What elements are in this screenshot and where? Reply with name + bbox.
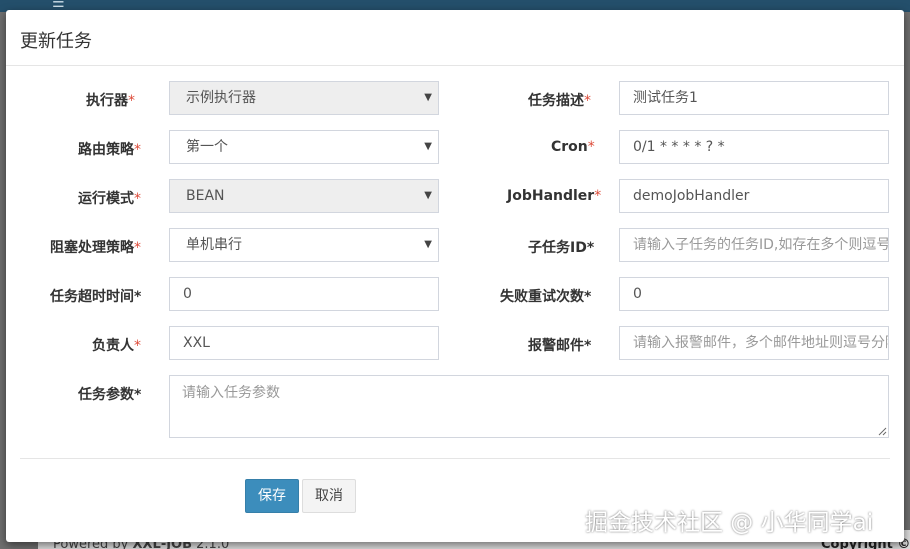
job-desc-input[interactable]: 测试任务1 (619, 81, 889, 115)
alarm-email-input[interactable]: 请输入报警邮件，多个邮件地址则逗号分隔 (619, 326, 889, 360)
cron-label: Cron* (551, 139, 595, 155)
cancel-button[interactable]: 取消 (302, 479, 356, 513)
route-strategy-label: 路由策略* (78, 142, 141, 158)
update-job-modal: 更新任务 执行器* 示例执行器 ▼ 任务描述* 测试任务1 路由策略* 第一个 ▼ … (6, 10, 904, 542)
job-param-label: 任务参数* (78, 387, 142, 403)
run-mode-select[interactable]: BEAN ▼ (169, 179, 439, 213)
modal-header: 更新任务 (6, 10, 904, 66)
menu-icon[interactable]: ☰ (52, 0, 65, 10)
fail-retry-input[interactable]: 0 (619, 277, 889, 311)
job-param-placeholder: 请输入任务参数 (182, 385, 280, 401)
block-strategy-select[interactable]: 单机串行 ▼ (169, 228, 439, 262)
child-job-id-label: 子任务ID* (528, 240, 595, 256)
chevron-down-icon: ▼ (424, 92, 432, 103)
cron-input[interactable]: 0/1 * * * * ? * (619, 130, 889, 164)
job-handler-input[interactable]: demoJobHandler (619, 179, 889, 213)
executor-select[interactable]: 示例执行器 ▼ (169, 81, 439, 115)
timeout-input[interactable]: 0 (169, 277, 439, 311)
watermark-text: 掘金技术社区 @ 小华同学ai (585, 510, 874, 536)
author-label: 负责人* (92, 338, 141, 354)
chevron-down-icon: ▼ (424, 141, 432, 152)
author-input[interactable]: XXL (169, 326, 439, 360)
job-desc-label: 任务描述* (528, 93, 591, 109)
save-button[interactable]: 保存 (245, 479, 299, 513)
route-strategy-select[interactable]: 第一个 ▼ (169, 130, 439, 164)
block-strategy-label: 阻塞处理策略* (50, 240, 141, 256)
modal-title: 更新任务 (20, 31, 92, 52)
chevron-down-icon: ▼ (424, 239, 432, 250)
chevron-down-icon: ▼ (424, 190, 432, 201)
run-mode-label: 运行模式* (78, 191, 141, 207)
job-handler-label: JobHandler* (507, 188, 602, 204)
form-divider (20, 458, 890, 459)
executor-label: 执行器* (86, 93, 135, 109)
alarm-email-label: 报警邮件* (528, 338, 592, 354)
fail-retry-label: 失败重试次数* (500, 289, 592, 305)
job-param-textarea[interactable]: 请输入任务参数 (169, 375, 889, 438)
child-job-id-input[interactable]: 请输入子任务的任务ID,如存在多个则逗号分隔 (619, 228, 889, 262)
timeout-label: 任务超时时间* (50, 289, 142, 305)
resize-grip-icon[interactable] (878, 427, 887, 436)
